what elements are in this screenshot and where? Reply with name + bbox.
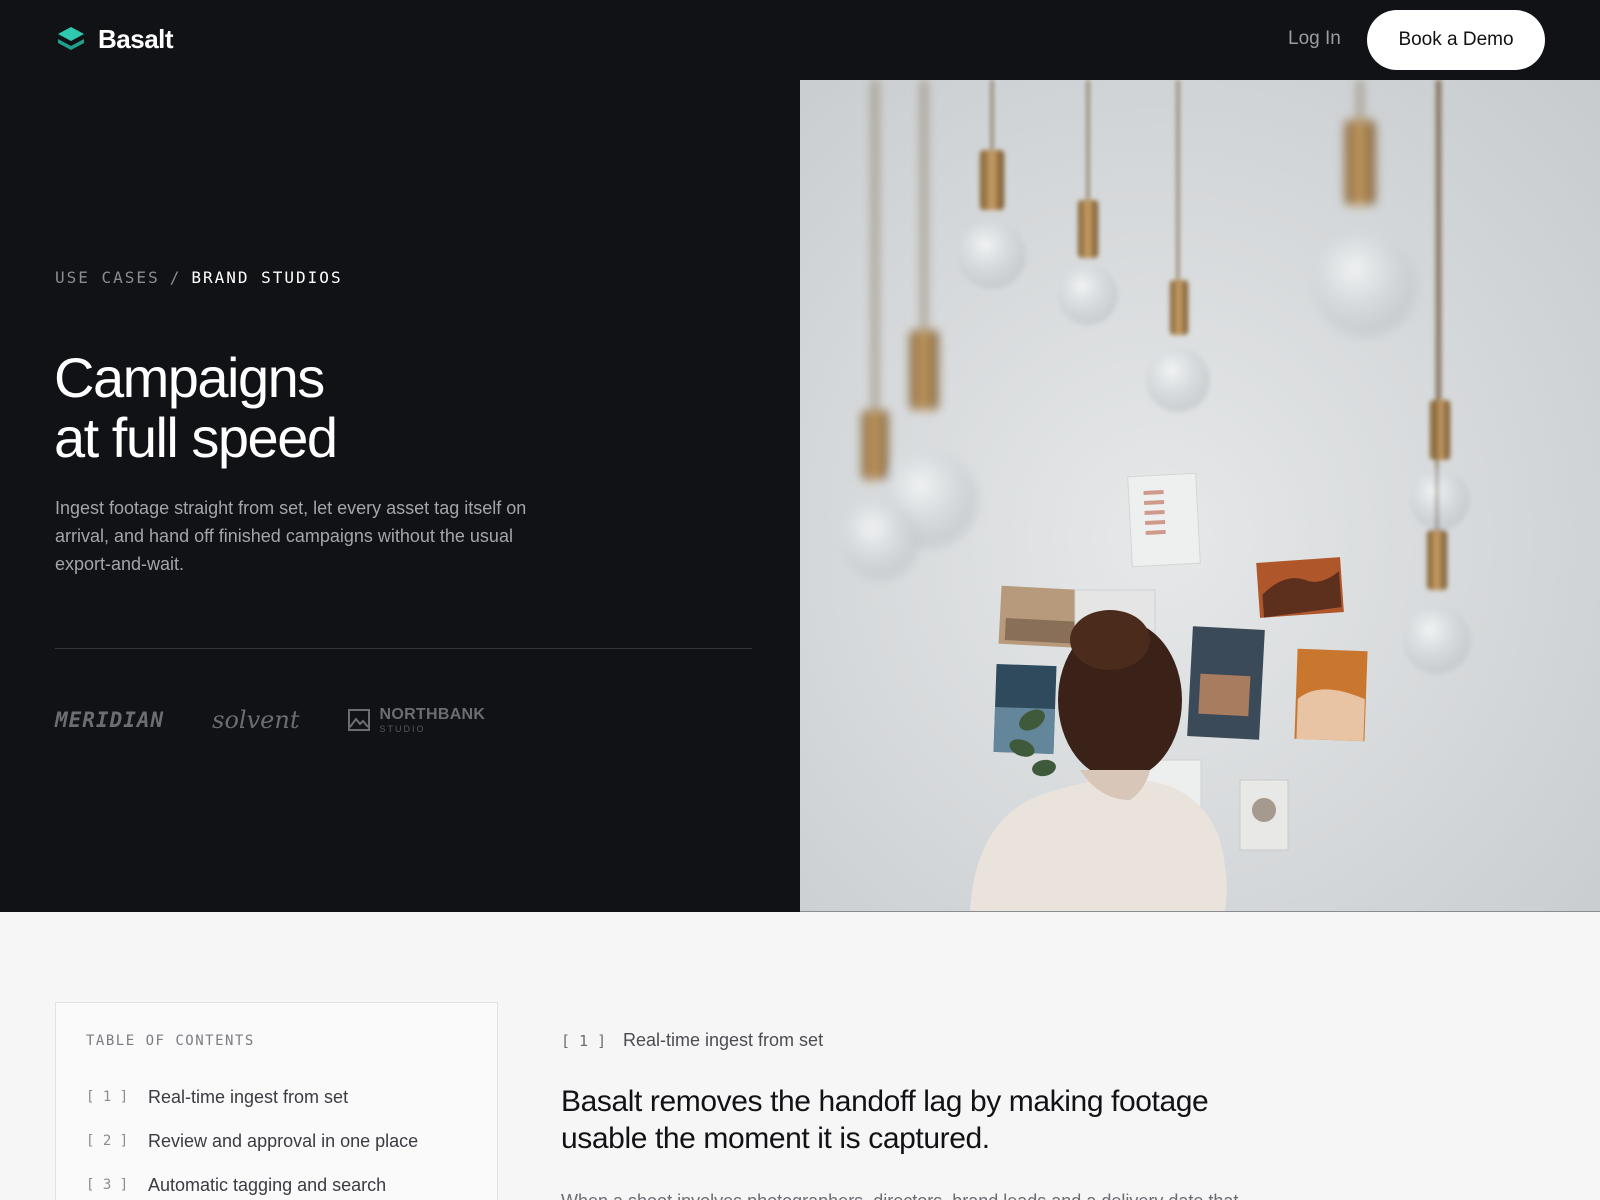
hero-divider [55, 648, 752, 649]
section-number: [ 1 ] [561, 1031, 607, 1050]
toc-item-label: Real-time ingest from set [148, 1086, 349, 1107]
breadcrumb: USE CASES / BRAND STUDIOS [55, 268, 343, 287]
moodboard-illustration [800, 80, 1600, 912]
breadcrumb-use-cases[interactable]: USE CASES [55, 268, 160, 287]
toc-item-label: Automatic tagging and search [148, 1174, 387, 1195]
toc-item-number: [ 3 ] [86, 1177, 129, 1193]
toc-item-number: [ 1 ] [86, 1089, 129, 1105]
section-title: Basalt removes the handoff lag by making… [561, 1085, 1209, 1155]
hero-title-line-2: at full speed [54, 406, 338, 469]
hero-title: Campaigns at full speed [54, 346, 338, 469]
northbank-wordmark: NORTHBANK STUDIO [379, 705, 486, 734]
hero-title-line-1: Campaigns [54, 346, 325, 409]
solvent-logo: solvent [212, 706, 300, 734]
basalt-logo-icon [58, 26, 84, 50]
toc-list: [ 1 ] Real-time ingest from set [ 2 ] Re… [86, 1075, 497, 1200]
section-eyebrow: [ 1 ] Real-time ingest from set [561, 1030, 1301, 1051]
table-of-contents: TABLE OF CONTENTS [ 1 ] Real-time ingest… [55, 1002, 498, 1200]
toc-item-label: Review and approval in one place [148, 1130, 419, 1151]
northbank-mountain-icon [348, 709, 371, 731]
hero-photo [800, 80, 1600, 912]
northbank-name: NORTHBANK [379, 705, 486, 723]
toc-item-ingest[interactable]: [ 1 ] Real-time ingest from set [86, 1075, 497, 1119]
hero-section: USE CASES / BRAND STUDIOS Campaigns at f… [0, 80, 800, 912]
northbank-sub: STUDIO [379, 723, 426, 734]
book-demo-button[interactable]: Book a Demo [1367, 10, 1545, 70]
toc-item-review[interactable]: [ 2 ] Review and approval in one place [86, 1119, 497, 1163]
section-label: Real-time ingest from set [623, 1030, 824, 1050]
breadcrumb-current: BRAND STUDIOS [191, 268, 343, 287]
toc-item-tagging[interactable]: [ 3 ] Automatic tagging and search [86, 1163, 497, 1200]
toc-item-number: [ 2 ] [86, 1133, 129, 1149]
login-link[interactable]: Log In [1288, 28, 1341, 50]
brand-home-link[interactable]: Basalt [56, 24, 174, 55]
section-ingest: [ 1 ] Real-time ingest from set Basalt r… [561, 1030, 1301, 1200]
brand-name: Basalt [98, 24, 174, 54]
section-body: When a shoot involves photographers, dir… [561, 1187, 1301, 1200]
toc-heading: TABLE OF CONTENTS [86, 1033, 255, 1049]
meridian-logo: MERIDIAN [55, 708, 165, 732]
hero-description: Ingest footage straight from set, let ev… [55, 498, 527, 574]
northbank-logo: NORTHBANK STUDIO [347, 705, 486, 734]
top-navigation: Basalt Log In Book a Demo [0, 0, 1600, 80]
breadcrumb-separator: / [169, 268, 182, 287]
client-logos: MERIDIAN solvent NORTHBANK STUDIO [55, 700, 485, 740]
